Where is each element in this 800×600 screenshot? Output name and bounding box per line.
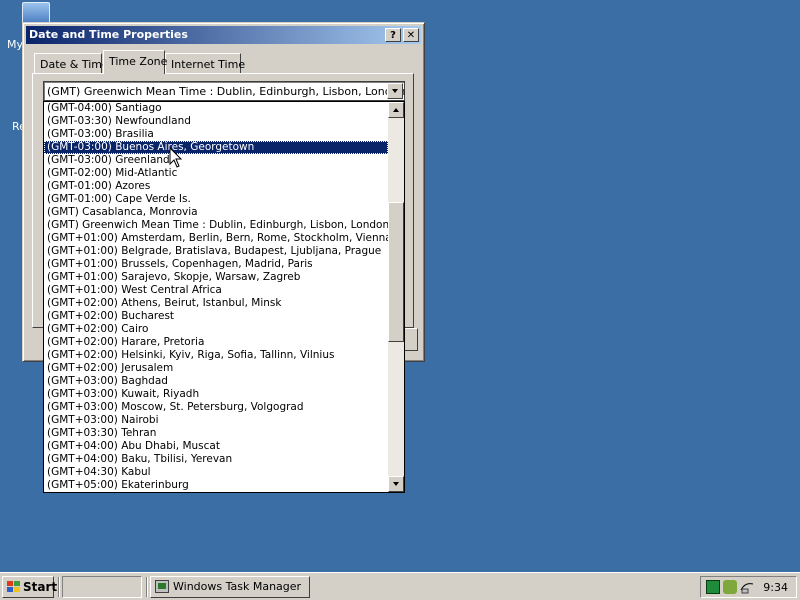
taskbar-separator — [58, 577, 60, 597]
timezone-combobox[interactable]: (GMT) Greenwich Mean Time : Dublin, Edin… — [43, 81, 405, 101]
desktop-icon-label: My — [7, 38, 24, 51]
timezone-list-item[interactable]: (GMT+01:00) Amsterdam, Berlin, Bern, Rom… — [44, 232, 388, 245]
timezone-list-item[interactable]: (GMT+02:00) Cairo — [44, 323, 388, 336]
timezone-list-item[interactable]: (GMT+03:00) Baghdad — [44, 375, 388, 388]
arrow-up-icon — [393, 108, 399, 112]
timezone-list-item[interactable]: (GMT+01:00) Belgrade, Bratislava, Budape… — [44, 245, 388, 258]
timezone-dropdown-list[interactable]: (GMT-04:00) Santiago (GMT-03:30) Newfound… — [43, 101, 405, 493]
title-bar[interactable]: Date and Time Properties ? ✕ — [26, 26, 421, 44]
taskbar: Start Windows Task Manager 9:34 — [0, 572, 800, 600]
taskbar-button-label: Windows Task Manager — [173, 580, 302, 593]
timezone-list-item[interactable]: (GMT+04:00) Baku, Tbilisi, Yerevan — [44, 453, 388, 466]
taskbar-separator — [146, 577, 148, 597]
chevron-down-icon — [392, 89, 398, 93]
timezone-list-item[interactable]: (GMT+01:00) Brussels, Copenhagen, Madrid… — [44, 258, 388, 271]
timezone-items: (GMT-04:00) Santiago (GMT-03:30) Newfound… — [44, 102, 388, 492]
arrow-down-icon — [393, 482, 399, 486]
tab-internet-time[interactable]: Internet Time — [165, 53, 245, 73]
clock[interactable]: 9:34 — [763, 581, 788, 594]
timezone-list-item[interactable]: (GMT+02:00) Harare, Pretoria — [44, 336, 388, 349]
tab-time-zone[interactable]: Time Zone — [103, 50, 167, 74]
close-button[interactable]: ✕ — [403, 28, 419, 42]
timezone-list-item[interactable]: (GMT+04:30) Kabul — [44, 466, 388, 479]
timezone-list-item[interactable]: (GMT-03:30) Newfoundland — [44, 115, 388, 128]
start-button[interactable]: Start — [2, 576, 58, 598]
scroll-up-button[interactable] — [388, 102, 404, 118]
timezone-list-item[interactable]: (GMT+03:30) Tehran — [44, 427, 388, 440]
dialog-button[interactable] — [404, 328, 418, 351]
timezone-list-item[interactable]: (GMT+03:00) Kuwait, Riyadh — [44, 388, 388, 401]
timezone-selected-value: (GMT) Greenwich Mean Time : Dublin, Edin… — [47, 85, 406, 98]
timezone-list-item[interactable]: (GMT+01:00) West Central Africa — [44, 284, 388, 297]
network-icon[interactable] — [740, 580, 754, 594]
timezone-list-item[interactable]: (GMT-04:00) Santiago — [44, 102, 388, 115]
scroll-down-button[interactable] — [388, 476, 404, 492]
window-title: Date and Time Properties — [29, 28, 188, 41]
timezone-list-item[interactable]: (GMT-03:00) Buenos Aires, Georgetown — [44, 141, 388, 154]
mouse-cursor-icon — [169, 147, 183, 168]
timezone-list-item[interactable]: (GMT+03:00) Moscow, St. Petersburg, Volg… — [44, 401, 388, 414]
timezone-list-item[interactable]: (GMT-03:00) Brasilia — [44, 128, 388, 141]
timezone-list-item[interactable]: (GMT-03:00) Greenland — [44, 154, 388, 167]
quick-launch-area — [62, 576, 142, 598]
start-label: Start — [23, 580, 58, 594]
timezone-list-item[interactable]: (GMT) Greenwich Mean Time : Dublin, Edin… — [44, 219, 388, 232]
combobox-dropdown-button[interactable] — [387, 83, 403, 99]
help-button[interactable]: ? — [385, 28, 401, 42]
tab-date-time[interactable]: Date & Time — [34, 53, 109, 73]
timezone-list-item[interactable]: (GMT+02:00) Jerusalem — [44, 362, 388, 375]
scroll-thumb[interactable] — [388, 202, 404, 342]
timezone-list-item[interactable]: (GMT-02:00) Mid-Atlantic — [44, 167, 388, 180]
timezone-list-item[interactable]: (GMT) Casablanca, Monrovia — [44, 206, 388, 219]
tray-app-icon[interactable] — [706, 580, 720, 594]
timezone-list-item[interactable]: (GMT-01:00) Cape Verde Is. — [44, 193, 388, 206]
tray-user-icon[interactable] — [723, 580, 737, 594]
timezone-list-item[interactable]: (GMT-01:00) Azores — [44, 180, 388, 193]
timezone-list-item[interactable]: (GMT+02:00) Bucharest — [44, 310, 388, 323]
task-manager-icon — [155, 580, 169, 593]
system-tray: 9:34 — [700, 576, 797, 598]
timezone-list-item[interactable]: (GMT+02:00) Athens, Beirut, Istanbul, Mi… — [44, 297, 388, 310]
timezone-list-item[interactable]: (GMT+05:00) Ekaterinburg — [44, 479, 388, 492]
windows-logo-icon — [7, 581, 20, 592]
timezone-list-item[interactable]: (GMT+04:00) Abu Dhabi, Muscat — [44, 440, 388, 453]
timezone-list-item[interactable]: (GMT+03:00) Nairobi — [44, 414, 388, 427]
timezone-list-item[interactable]: (GMT+02:00) Helsinki, Kyiv, Riga, Sofia,… — [44, 349, 388, 362]
timezone-list-item[interactable]: (GMT+01:00) Sarajevo, Skopje, Warsaw, Za… — [44, 271, 388, 284]
taskbar-button-task-manager[interactable]: Windows Task Manager — [150, 576, 310, 598]
list-scrollbar[interactable] — [388, 102, 404, 492]
